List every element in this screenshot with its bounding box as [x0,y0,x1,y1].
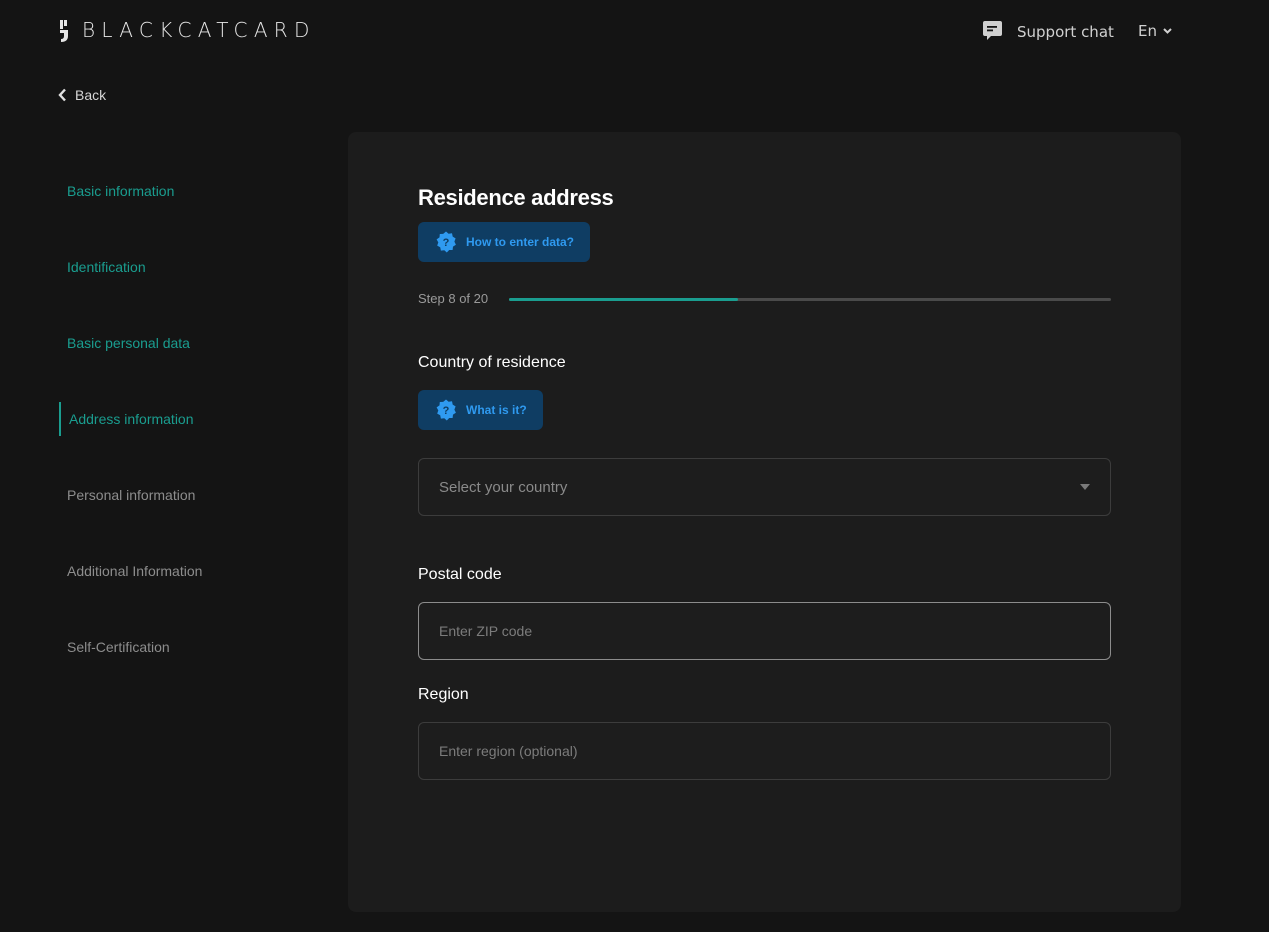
language-label: En [1138,22,1157,40]
country-select-placeholder: Select your country [439,478,568,496]
sidebar-item-label: Basic information [67,183,175,199]
question-badge-icon: ? [436,399,456,421]
sidebar-item-personal-information[interactable]: Personal information [59,478,299,512]
sidebar-item-additional-information[interactable]: Additional Information [59,554,299,588]
region-input[interactable] [439,743,1090,759]
form-card: Residence address ? How to enter data? S… [348,132,1181,912]
postal-code-label: Postal code [418,566,502,583]
region-field[interactable] [418,722,1111,780]
question-badge-icon: ? [436,231,456,253]
svg-text:?: ? [443,237,450,249]
what-is-it-button[interactable]: ? What is it? [418,390,543,430]
step-progress-bar [509,298,1111,301]
chevron-down-icon [1163,28,1172,34]
support-chat-link[interactable]: Support chat [982,20,1114,43]
svg-text:?: ? [443,405,450,417]
sidebar-item-address-information[interactable]: Address information [59,402,299,436]
step-counter: Step 8 of 20 [418,291,489,306]
how-to-enter-data-label: How to enter data? [466,235,575,249]
cat-logo-icon [60,20,68,42]
country-label: Country of residence [418,354,566,371]
language-selector[interactable]: En [1138,22,1172,40]
support-chat-label: Support chat [1017,22,1114,41]
back-link[interactable]: Back [58,87,106,103]
postal-code-field[interactable] [418,602,1111,660]
sidebar-item-label: Self-Certification [67,639,170,655]
sidebar-item-self-certification[interactable]: Self-Certification [59,630,299,664]
sidebar-item-label: Personal information [67,487,196,503]
sidebar-item-label: Basic personal data [67,335,190,351]
brand-logo[interactable]: BLACKCATCARD [58,17,316,43]
chevron-left-icon [58,88,66,102]
page: BLACKCATCARD Support chat En Back Basic … [0,0,1269,932]
sidebar-item-basic-personal-data[interactable]: Basic personal data [59,326,299,360]
brand-name: BLACKCATCARD [82,18,316,42]
postal-code-input[interactable] [439,623,1090,639]
sidebar-item-label: Address information [69,411,194,427]
back-label: Back [75,87,107,103]
region-label: Region [418,686,469,703]
page-title: Residence address [418,185,614,210]
caret-down-icon [1080,484,1090,490]
country-select[interactable]: Select your country [418,458,1111,516]
what-is-it-label: What is it? [466,403,527,417]
sidebar-item-basic-information[interactable]: Basic information [59,174,299,208]
chat-bubble-icon [983,21,1002,40]
sidebar-item-label: Identification [67,259,146,275]
sidebar-item-identification[interactable]: Identification [59,250,299,284]
step-progress-fill [509,298,738,301]
how-to-enter-data-button[interactable]: ? How to enter data? [418,222,591,262]
sidebar-item-label: Additional Information [67,563,203,579]
